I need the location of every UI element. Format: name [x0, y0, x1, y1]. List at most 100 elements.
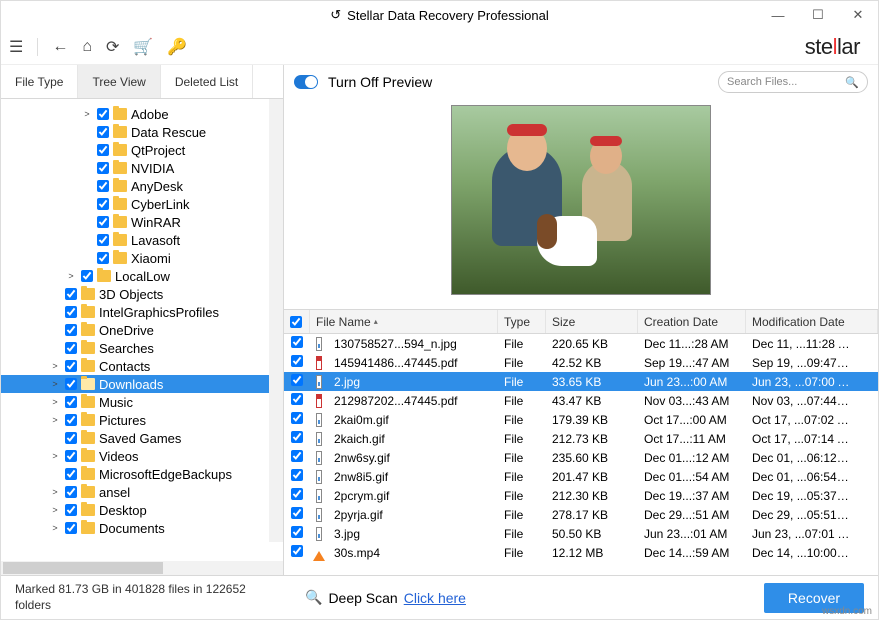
folder-tree[interactable]: >AdobeData RescueQtProjectNVIDIAAnyDeskC…: [1, 99, 283, 561]
tree-node[interactable]: >Contacts: [1, 357, 283, 375]
node-checkbox[interactable]: [81, 270, 93, 282]
table-row[interactable]: 2pcrym.gifFile212.30 KBDec 19...:37 AMDe…: [284, 486, 878, 505]
expand-icon[interactable]: >: [49, 379, 61, 389]
key-icon[interactable]: 🔑: [167, 37, 187, 57]
tree-node[interactable]: WinRAR: [1, 213, 283, 231]
node-checkbox[interactable]: [65, 288, 77, 300]
tree-node[interactable]: >Documents: [1, 519, 283, 537]
tree-vscrollbar[interactable]: [269, 99, 283, 542]
node-checkbox[interactable]: [65, 342, 77, 354]
table-row[interactable]: 2pyrja.gifFile278.17 KBDec 29...:51 AMDe…: [284, 505, 878, 524]
tree-node[interactable]: >Videos: [1, 447, 283, 465]
tree-node[interactable]: MicrosoftEdgeBackups: [1, 465, 283, 483]
tree-node[interactable]: QtProject: [1, 141, 283, 159]
row-checkbox[interactable]: [291, 545, 303, 557]
expand-icon[interactable]: >: [49, 361, 61, 371]
expand-icon[interactable]: >: [81, 109, 93, 119]
tree-node[interactable]: Xiaomi: [1, 249, 283, 267]
node-checkbox[interactable]: [65, 450, 77, 462]
expand-icon[interactable]: >: [49, 505, 61, 515]
node-checkbox[interactable]: [65, 324, 77, 336]
table-row[interactable]: 145941486...47445.pdfFile42.52 KBSep 19.…: [284, 353, 878, 372]
node-checkbox[interactable]: [65, 504, 77, 516]
row-checkbox[interactable]: [291, 393, 303, 405]
tree-node[interactable]: >LocalLow: [1, 267, 283, 285]
tree-node[interactable]: OneDrive: [1, 321, 283, 339]
table-row[interactable]: 3.jpgFile50.50 KBJun 23...:01 AMJun 23, …: [284, 524, 878, 543]
node-checkbox[interactable]: [97, 108, 109, 120]
node-checkbox[interactable]: [97, 234, 109, 246]
node-checkbox[interactable]: [97, 162, 109, 174]
col-cdate[interactable]: Creation Date: [638, 310, 746, 333]
tree-node[interactable]: Saved Games: [1, 429, 283, 447]
table-row[interactable]: 130758527...594_n.jpgFile220.65 KBDec 11…: [284, 334, 878, 353]
node-checkbox[interactable]: [97, 216, 109, 228]
table-row[interactable]: 30s.mp4File12.12 MBDec 14...:59 AMDec 14…: [284, 543, 878, 562]
node-checkbox[interactable]: [97, 126, 109, 138]
col-filename[interactable]: File Name: [310, 310, 498, 333]
search-input[interactable]: Search Files... 🔍: [718, 71, 868, 93]
tree-node[interactable]: >Adobe: [1, 105, 283, 123]
tree-node[interactable]: >Pictures: [1, 411, 283, 429]
expand-icon[interactable]: >: [49, 415, 61, 425]
col-type[interactable]: Type: [498, 310, 546, 333]
tree-node[interactable]: >ansel: [1, 483, 283, 501]
tree-node[interactable]: AnyDesk: [1, 177, 283, 195]
tab-file-type[interactable]: File Type: [1, 65, 78, 98]
node-checkbox[interactable]: [65, 378, 77, 390]
expand-icon[interactable]: >: [49, 523, 61, 533]
row-checkbox[interactable]: [291, 412, 303, 424]
table-row[interactable]: 2.jpgFile33.65 KBJun 23...:00 AMJun 23, …: [284, 372, 878, 391]
deep-scan-link[interactable]: Click here: [404, 590, 466, 606]
tree-node[interactable]: >Downloads: [1, 375, 283, 393]
minimize-button[interactable]: —: [758, 1, 798, 29]
node-checkbox[interactable]: [65, 396, 77, 408]
expand-icon[interactable]: >: [49, 487, 61, 497]
cart-icon[interactable]: 🛒: [133, 37, 153, 57]
expand-icon[interactable]: >: [65, 271, 77, 281]
row-checkbox[interactable]: [291, 507, 303, 519]
close-button[interactable]: ✕: [838, 1, 878, 29]
tree-node[interactable]: CyberLink: [1, 195, 283, 213]
preview-toggle[interactable]: [294, 75, 318, 89]
tree-node[interactable]: >Desktop: [1, 501, 283, 519]
node-checkbox[interactable]: [65, 432, 77, 444]
row-checkbox[interactable]: [291, 488, 303, 500]
tree-node[interactable]: IntelGraphicsProfiles: [1, 303, 283, 321]
home-icon[interactable]: ⌂: [82, 38, 92, 56]
table-row[interactable]: 212987202...47445.pdfFile43.47 KBNov 03.…: [284, 391, 878, 410]
node-checkbox[interactable]: [65, 360, 77, 372]
table-row[interactable]: 2kaich.gifFile212.73 KBOct 17...:11 AMOc…: [284, 429, 878, 448]
node-checkbox[interactable]: [65, 468, 77, 480]
node-checkbox[interactable]: [97, 198, 109, 210]
back-icon[interactable]: ←: [52, 38, 68, 56]
table-row[interactable]: 2nw8i5.gifFile201.47 KBDec 01...:54 AMDe…: [284, 467, 878, 486]
tree-node[interactable]: 3D Objects: [1, 285, 283, 303]
expand-icon[interactable]: >: [49, 397, 61, 407]
node-checkbox[interactable]: [65, 414, 77, 426]
refresh-icon[interactable]: ⟳: [106, 37, 119, 57]
node-checkbox[interactable]: [65, 486, 77, 498]
tree-node[interactable]: Lavasoft: [1, 231, 283, 249]
tree-hscrollbar[interactable]: [1, 561, 283, 575]
row-checkbox[interactable]: [291, 526, 303, 538]
table-row[interactable]: 2kai0m.gifFile179.39 KBOct 17...:00 AMOc…: [284, 410, 878, 429]
row-checkbox[interactable]: [291, 450, 303, 462]
row-checkbox[interactable]: [291, 355, 303, 367]
tab-deleted-list[interactable]: Deleted List: [161, 65, 253, 98]
tree-node[interactable]: Data Rescue: [1, 123, 283, 141]
tree-node[interactable]: Searches: [1, 339, 283, 357]
tab-tree-view[interactable]: Tree View: [78, 65, 160, 98]
row-checkbox[interactable]: [291, 431, 303, 443]
row-checkbox[interactable]: [291, 374, 303, 386]
row-checkbox[interactable]: [291, 469, 303, 481]
node-checkbox[interactable]: [65, 306, 77, 318]
node-checkbox[interactable]: [97, 180, 109, 192]
menu-icon[interactable]: ☰: [9, 37, 23, 57]
row-checkbox[interactable]: [291, 336, 303, 348]
node-checkbox[interactable]: [65, 522, 77, 534]
tree-node[interactable]: NVIDIA: [1, 159, 283, 177]
tree-node[interactable]: >Music: [1, 393, 283, 411]
col-size[interactable]: Size: [546, 310, 638, 333]
col-mdate[interactable]: Modification Date: [746, 310, 878, 333]
